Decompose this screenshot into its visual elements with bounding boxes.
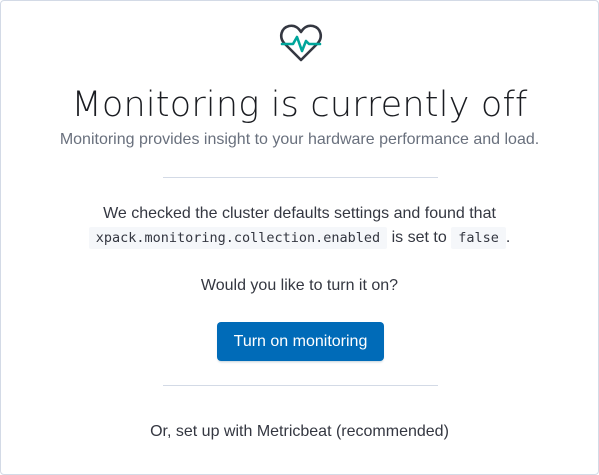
- explanation-middle-text: is set to: [391, 229, 447, 246]
- turn-on-question: Would you like to turn it on?: [200, 277, 399, 294]
- monitoring-panel: Monitoring is currently off Monitoring p…: [0, 0, 599, 475]
- metricbeat-setup-link[interactable]: Or, set up with Metricbeat (recommended): [1, 421, 598, 443]
- setting-value-code: false: [451, 227, 506, 249]
- setting-name-code: xpack.monitoring.collection.enabled: [88, 227, 388, 249]
- page-subtitle: Monitoring provides insight to your hard…: [59, 131, 540, 148]
- heart-pulse-icon: [279, 24, 323, 62]
- explanation-text: We checked the cluster defaults settings…: [103, 205, 496, 222]
- explanation-setting-line: xpack.monitoring.collection.enabled is s…: [1, 227, 598, 249]
- divider: [163, 177, 438, 178]
- divider: [163, 385, 438, 386]
- explanation-end-text: .: [505, 229, 511, 246]
- page-title: Monitoring is currently off: [71, 85, 528, 125]
- turn-on-monitoring-button[interactable]: Turn on monitoring: [217, 322, 384, 361]
